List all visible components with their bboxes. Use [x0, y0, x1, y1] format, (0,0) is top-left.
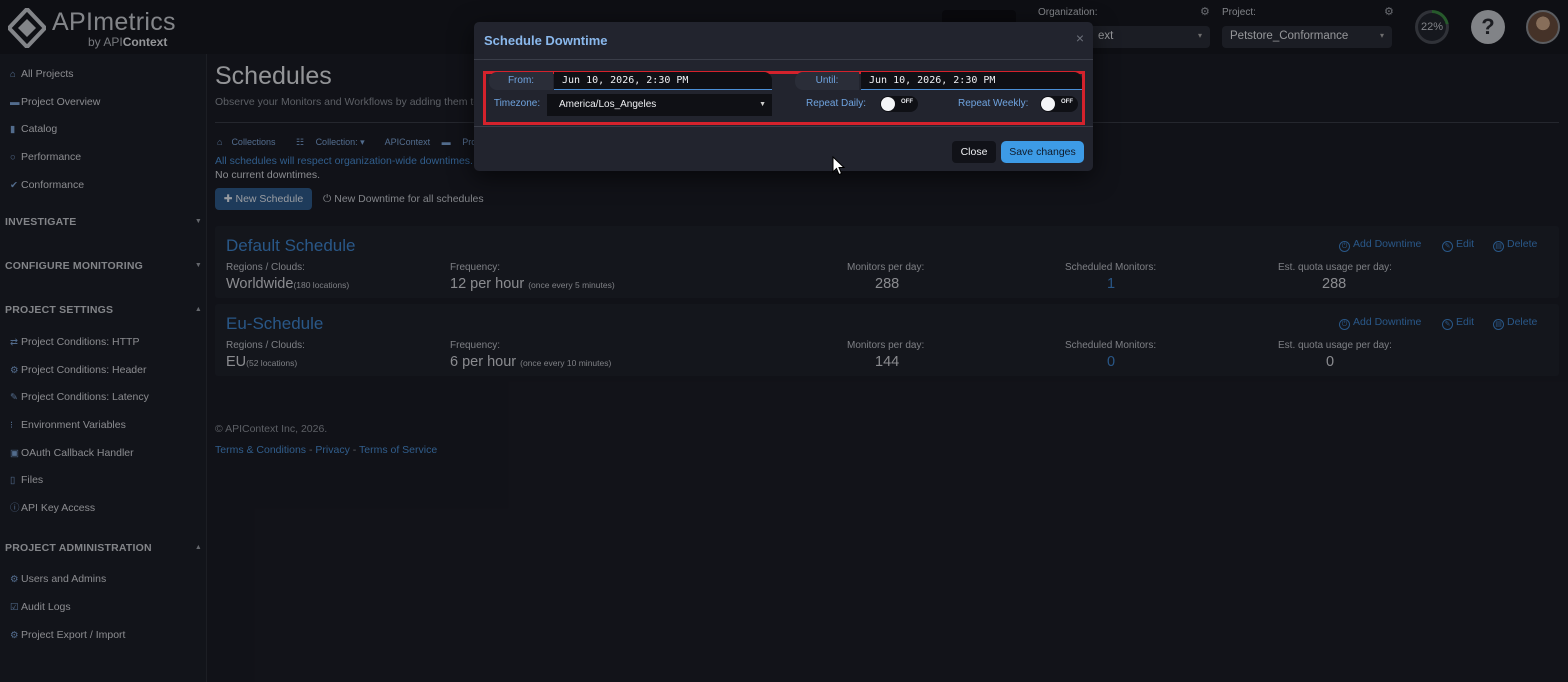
toggle-state: OFF	[1061, 99, 1073, 105]
dialog-header: Schedule Downtime ×	[474, 22, 1093, 60]
until-label: Until:	[795, 72, 859, 90]
timezone-label: Timezone:	[493, 98, 541, 109]
chevron-down-icon: ▼	[759, 101, 766, 108]
toggle-knob	[1041, 97, 1055, 111]
timezone-select[interactable]: America/Los_Angeles ▼	[547, 94, 772, 116]
mouse-cursor-icon	[832, 156, 846, 176]
dialog-footer: Close Save changes	[474, 126, 1093, 171]
repeat-daily-label: Repeat Daily:	[806, 98, 867, 109]
save-changes-button[interactable]: Save changes	[1001, 141, 1084, 163]
from-datetime-input[interactable]: Jun 10, 2026, 2:30 PM	[554, 72, 772, 90]
timezone-value: America/Los_Angeles	[559, 99, 657, 110]
from-label: From:	[489, 72, 553, 90]
until-datetime-input[interactable]: Jun 10, 2026, 2:30 PM	[861, 72, 1082, 90]
toggle-knob	[881, 97, 895, 111]
toggle-state: OFF	[901, 99, 913, 105]
schedule-downtime-dialog: Schedule Downtime × From: Jun 10, 2026, …	[474, 22, 1093, 171]
repeat-weekly-label: Repeat Weekly:	[958, 98, 1029, 109]
close-button[interactable]: Close	[952, 141, 996, 163]
repeat-weekly-toggle[interactable]: OFF	[1040, 96, 1078, 112]
dialog-title: Schedule Downtime	[484, 33, 608, 48]
close-icon[interactable]: ×	[1076, 30, 1084, 46]
dialog-body: From: Jun 10, 2026, 2:30 PM Until: Jun 1…	[474, 60, 1093, 126]
repeat-daily-toggle[interactable]: OFF	[880, 96, 918, 112]
